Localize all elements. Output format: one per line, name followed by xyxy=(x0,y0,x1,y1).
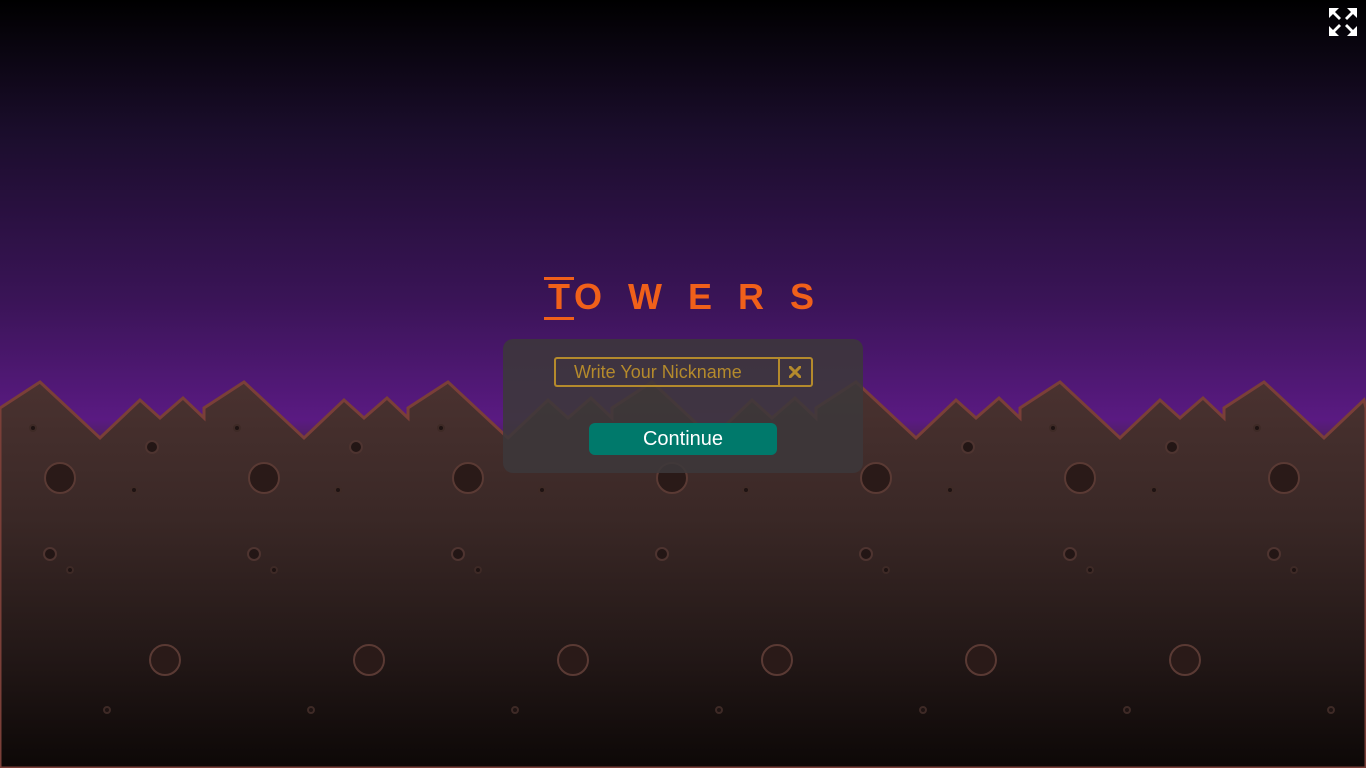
continue-button[interactable]: Continue xyxy=(589,423,777,455)
title-rest: O W E R S xyxy=(573,276,823,317)
fullscreen-expand-icon xyxy=(1329,8,1357,36)
login-panel: Continue xyxy=(503,339,863,473)
game-title: TO W E R S xyxy=(0,276,1366,320)
fullscreen-button[interactable] xyxy=(1327,6,1359,38)
title-first-letter: T xyxy=(543,276,574,320)
nickname-input[interactable] xyxy=(554,357,798,387)
top-border xyxy=(0,0,1366,2)
close-icon xyxy=(789,366,801,378)
clear-nickname-button[interactable] xyxy=(778,357,813,387)
